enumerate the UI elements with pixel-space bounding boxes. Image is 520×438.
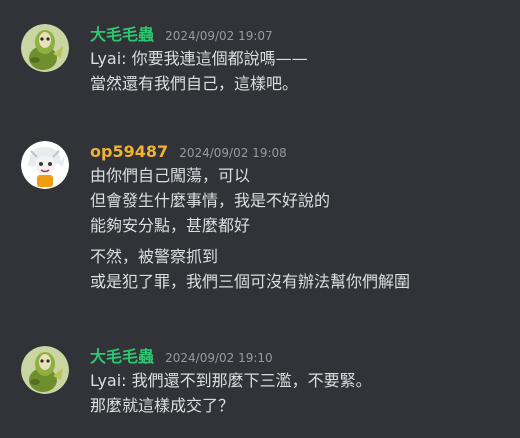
- user-avatar[interactable]: [21, 141, 69, 189]
- green-creature-icon: [21, 346, 69, 394]
- username[interactable]: 大毛毛蟲: [90, 347, 154, 366]
- timestamp: 2024/09/02 19:10: [165, 351, 273, 365]
- message-text-line: 那麼就這樣成交了？: [90, 396, 235, 415]
- green-creature-icon: [21, 24, 69, 72]
- message-text-line: 由你們自己闖蕩，可以: [90, 166, 251, 185]
- message-text-line: Lyai: 我們還不到那麼下三濫，不要緊。: [90, 371, 372, 390]
- message-body: 大毛毛蟲 2024/09/02 19:07 Lyai: 你要我連這個都說嗎—— …: [90, 24, 510, 95]
- white-haired-character-icon: [21, 141, 69, 189]
- message-header: op59487 2024/09/02 19:08: [90, 141, 510, 163]
- user-avatar[interactable]: [21, 24, 69, 72]
- chat-message-list: 大毛毛蟲 2024/09/02 19:07 Lyai: 你要我連這個都說嗎—— …: [0, 0, 520, 438]
- user-avatar[interactable]: [21, 346, 69, 394]
- message-text-line: 不然，被警察抓到: [90, 247, 219, 266]
- message-header: 大毛毛蟲 2024/09/02 19:10: [90, 346, 510, 368]
- username[interactable]: 大毛毛蟲: [90, 25, 154, 44]
- message-text-line: 當然還有我們自己，這樣吧。: [90, 74, 299, 93]
- message-body: op59487 2024/09/02 19:08 由你們自己闖蕩，可以 但會發生…: [90, 141, 510, 293]
- message-text-line: 但會發生什麼事情，我是不好說的: [90, 191, 331, 210]
- message-text-line: 或是犯了罪，我們三個可沒有辦法幫你們解圍: [90, 272, 411, 291]
- message-text-line: 能夠安分點，甚麼都好: [90, 216, 251, 235]
- message-text-line: Lyai: 你要我連這個都說嗎——: [90, 49, 308, 68]
- timestamp: 2024/09/02 19:08: [179, 146, 287, 160]
- message-body: 大毛毛蟲 2024/09/02 19:10 Lyai: 我們還不到那麼下三濫，不…: [90, 346, 510, 417]
- timestamp: 2024/09/02 19:07: [165, 29, 273, 43]
- username[interactable]: op59487: [90, 142, 168, 161]
- message-header: 大毛毛蟲 2024/09/02 19:07: [90, 24, 510, 46]
